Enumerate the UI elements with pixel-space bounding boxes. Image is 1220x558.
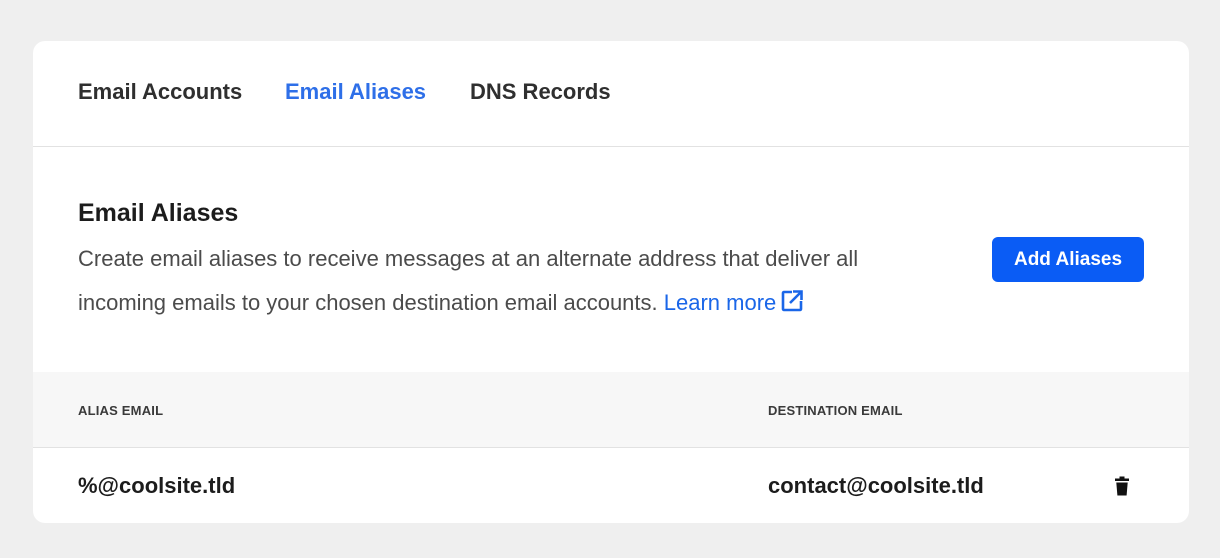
destination-email-cell: contact@coolsite.tld (768, 473, 984, 498)
tab-email-aliases[interactable]: Email Aliases (285, 79, 426, 105)
table-row: %@coolsite.tld contact@coolsite.tld (33, 448, 1189, 523)
tab-email-accounts[interactable]: Email Accounts (78, 79, 242, 105)
external-link-icon (780, 284, 804, 312)
column-header-alias-email: ALIAS EMAIL (78, 403, 164, 418)
trash-icon (1114, 476, 1130, 501)
column-header-destination-email: DESTINATION EMAIL (768, 403, 903, 418)
learn-more-label: Learn more (663, 290, 777, 315)
section-title: Email Aliases (78, 199, 239, 227)
delete-alias-button[interactable] (1111, 476, 1133, 500)
add-aliases-button[interactable]: Add Aliases (992, 237, 1144, 282)
learn-more-link[interactable]: Learn more (664, 290, 805, 315)
alias-email-cell: %@coolsite.tld (78, 473, 236, 498)
tab-dns-records[interactable]: DNS Records (470, 79, 611, 105)
email-settings-card: Email Accounts Email Aliases DNS Records… (33, 41, 1189, 523)
tab-bar: Email Accounts Email Aliases DNS Records (33, 41, 1189, 147)
table-header: ALIAS EMAIL DESTINATION EMAIL (33, 372, 1189, 448)
section-description: Create email aliases to receive messages… (78, 237, 938, 325)
